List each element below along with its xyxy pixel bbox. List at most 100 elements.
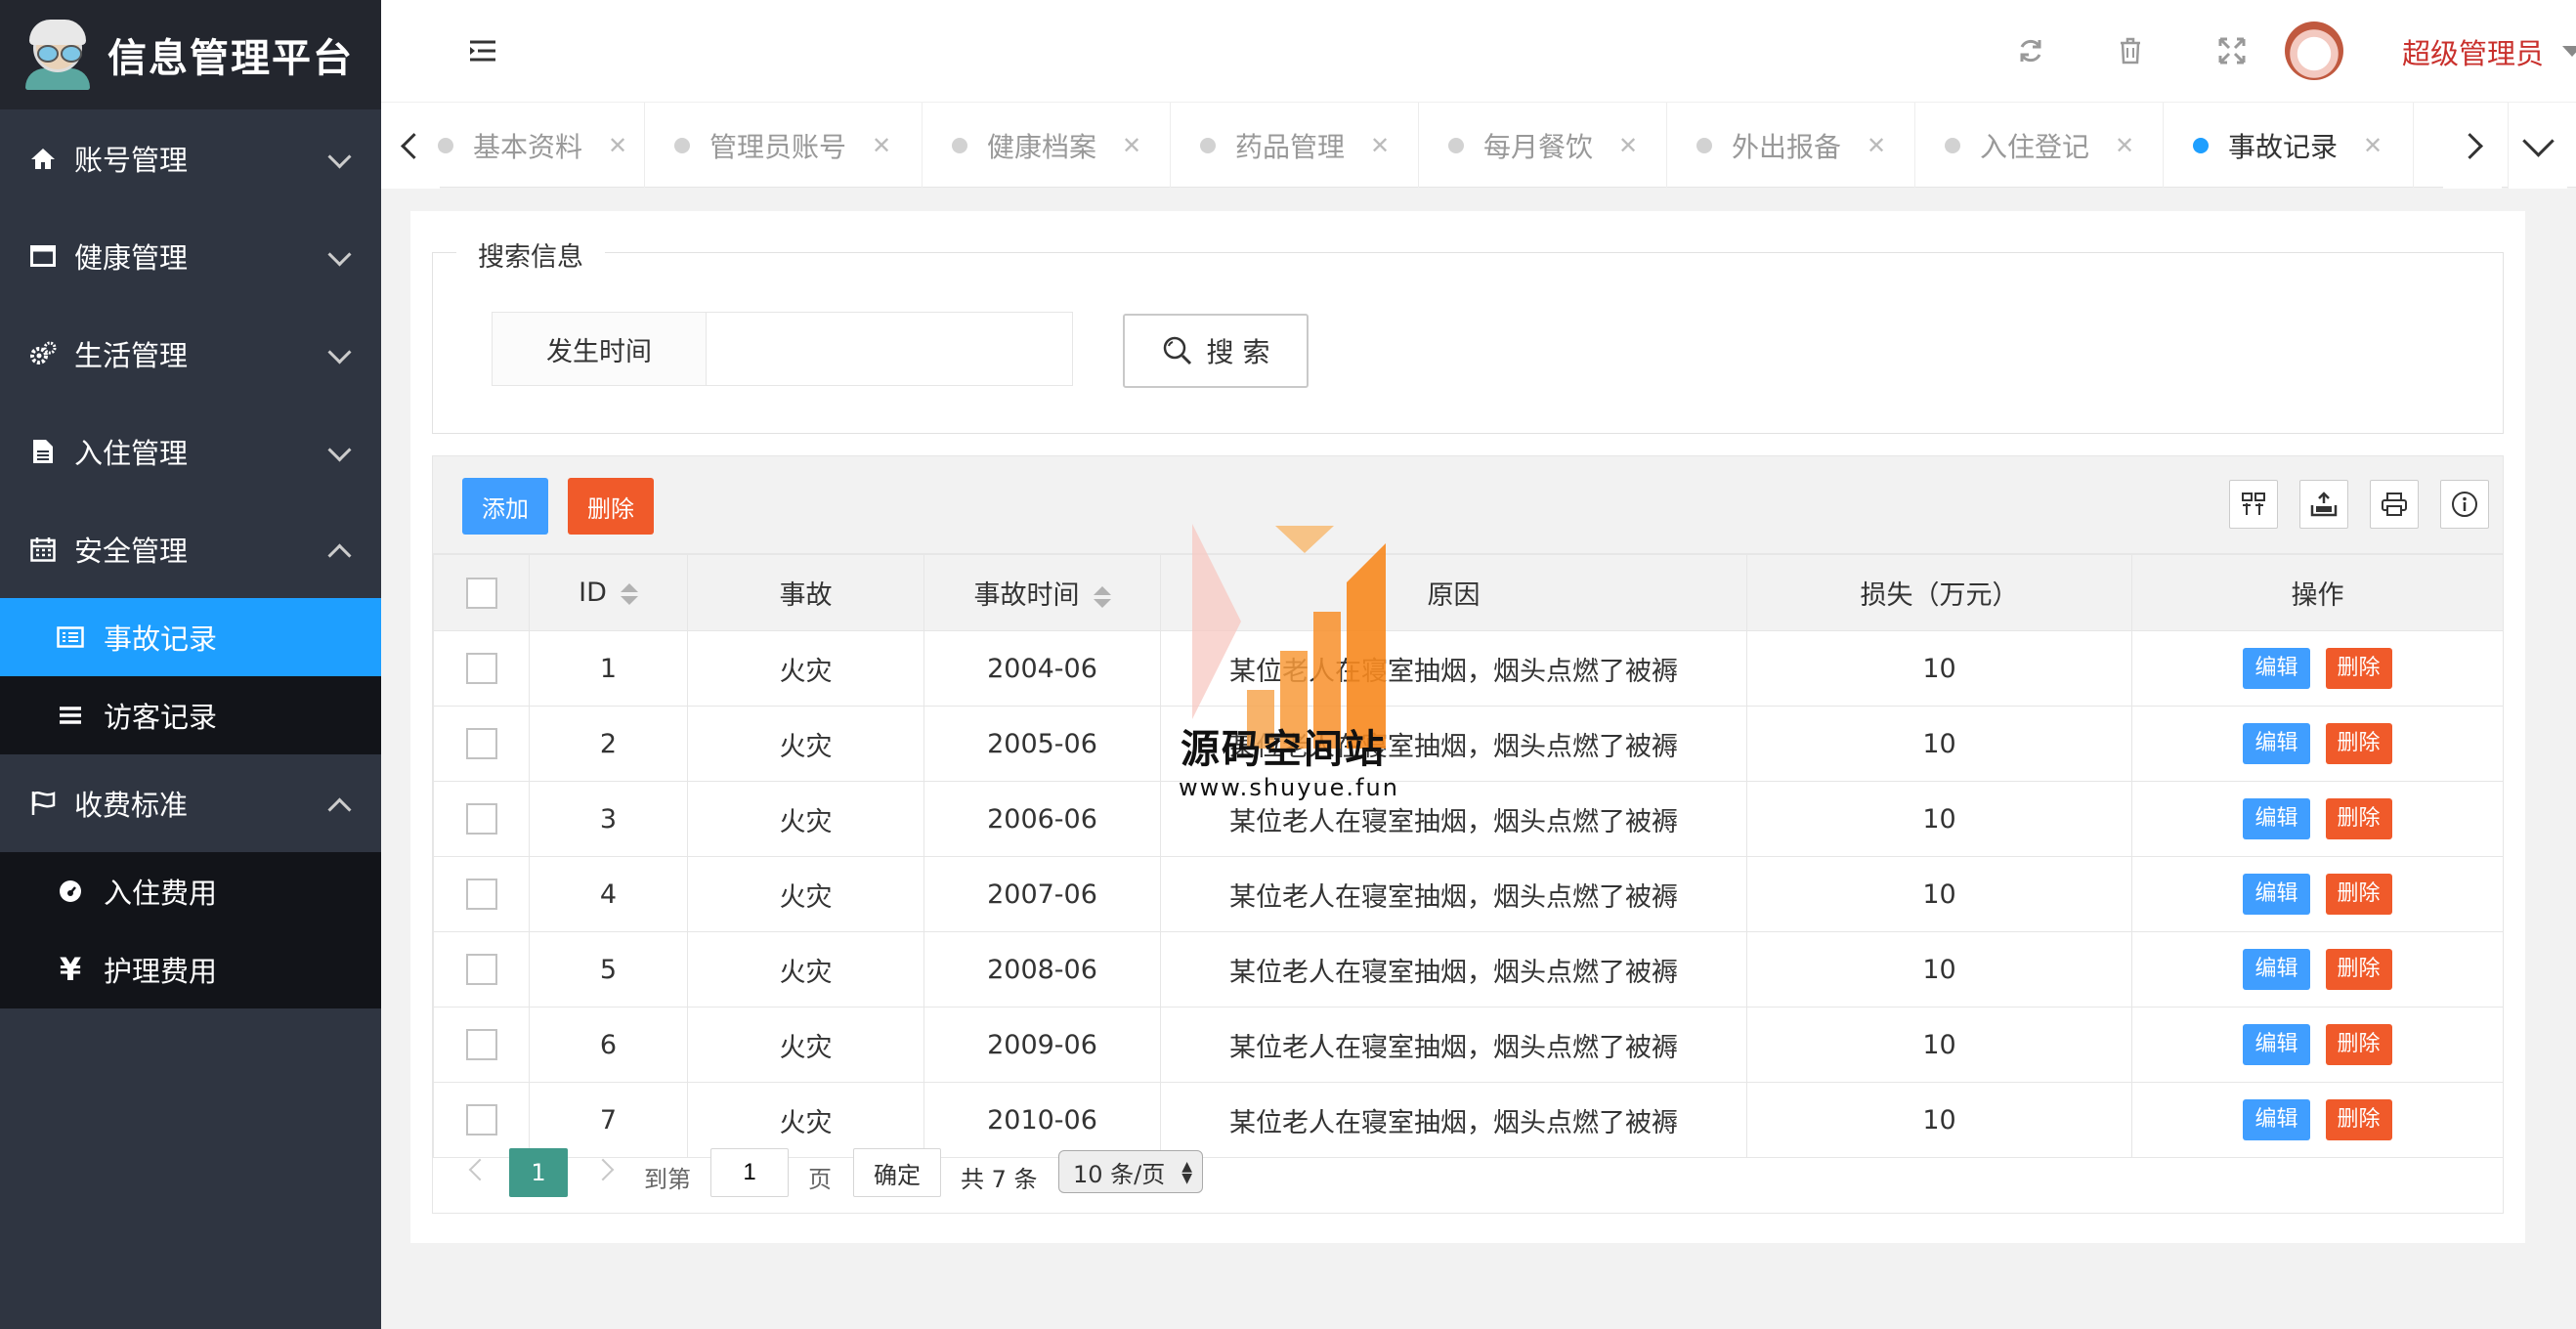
row-checkbox[interactable] — [465, 1029, 497, 1061]
sidebar-item-checkin-fee[interactable]: 入住费用 — [0, 852, 381, 930]
menu-security[interactable]: 安全管理 — [0, 500, 381, 598]
goto-page-input[interactable] — [710, 1148, 789, 1197]
prev-page-icon[interactable] — [468, 1158, 492, 1181]
sort-icon[interactable] — [620, 582, 638, 605]
sort-icon[interactable] — [1093, 585, 1111, 608]
delete-button[interactable]: 删除 — [2325, 648, 2392, 689]
column-label: 操作 — [2291, 580, 2344, 611]
info-icon[interactable] — [2440, 480, 2489, 529]
row-checkbox[interactable] — [465, 879, 497, 911]
menu-checkin[interactable]: 入住管理 — [0, 403, 381, 500]
close-icon[interactable]: ✕ — [872, 132, 891, 159]
select-arrows-icon: ▲ ▼ — [1181, 1159, 1192, 1186]
tab-health-records[interactable]: 健康档案 ✕ — [923, 103, 1171, 188]
edit-button[interactable]: 编辑 — [2243, 1024, 2310, 1065]
column-header-loss: 损失（万元） — [1746, 554, 2132, 631]
close-icon[interactable]: ✕ — [1618, 132, 1638, 159]
trash-icon[interactable] — [2113, 33, 2148, 68]
tab-dropdown-button[interactable] — [2508, 103, 2567, 189]
row-checkbox[interactable] — [465, 954, 497, 986]
calendar-icon — [29, 536, 57, 563]
close-icon[interactable]: ✕ — [2363, 132, 2383, 159]
menu-life[interactable]: 生活管理 — [0, 305, 381, 403]
select-all-checkbox[interactable] — [465, 577, 497, 609]
print-icon[interactable] — [2370, 480, 2419, 529]
close-icon[interactable]: ✕ — [1867, 132, 1886, 159]
tab-outing-report[interactable]: 外出报备 ✕ — [1667, 103, 1915, 188]
cell-id: 3 — [529, 781, 688, 857]
tab-label: 管理员账号 — [709, 130, 847, 163]
app-title: 信息管理平台 — [107, 36, 354, 81]
delete-button[interactable]: 删除 — [2325, 1024, 2392, 1065]
delete-button[interactable]: 删除 — [2325, 874, 2392, 915]
table-row: 4 火灾 2007-06 某位老人在寝室抽烟，烟头点燃了被褥 10 编辑 删除 — [433, 856, 2504, 932]
menu-account[interactable]: 账号管理 — [0, 109, 381, 207]
tab-dot-icon — [438, 137, 453, 153]
page-size-select[interactable]: 10 条/页 ▲ ▼ — [1058, 1150, 1203, 1193]
sidebar-item-accident[interactable]: 事故记录 — [0, 598, 381, 676]
menu-fees[interactable]: 收费标准 — [0, 754, 381, 852]
row-checkbox[interactable] — [465, 653, 497, 685]
caret-down-icon[interactable] — [2562, 46, 2576, 57]
close-icon[interactable]: ✕ — [2115, 132, 2134, 159]
edit-button[interactable]: 编辑 — [2243, 798, 2310, 839]
sidebar: 信息管理平台 账号管理 健康管理 生活管理 入住管理 安全管理 事故记录 访客记… — [0, 0, 381, 1329]
close-icon[interactable]: ✕ — [608, 132, 627, 159]
column-header-time[interactable]: 事故时间 — [923, 554, 1161, 631]
column-header-id[interactable]: ID — [529, 554, 688, 631]
menu-toggle-icon[interactable] — [465, 33, 500, 68]
table-header-row: ID 事故 事故时间 原因 损失（万元） 操作 — [433, 554, 2504, 631]
tab-checkin-register[interactable]: 入住登记 ✕ — [1915, 103, 2164, 188]
page-1-button[interactable]: 1 — [509, 1148, 568, 1197]
tab-monthly-meals[interactable]: 每月餐饮 ✕ — [1419, 103, 1667, 188]
edit-button[interactable]: 编辑 — [2243, 723, 2310, 764]
user-name[interactable]: 超级管理员 — [2402, 31, 2544, 72]
cell-loss: 10 — [1746, 856, 2132, 932]
column-header-actions: 操作 — [2131, 554, 2504, 631]
cell-reason: 某位老人在寝室抽烟，烟头点燃了被褥 — [1160, 931, 1747, 1007]
chevron-down-icon — [2521, 124, 2555, 157]
goto-label: 到第 — [644, 1166, 691, 1193]
tab-next-button[interactable] — [2443, 103, 2502, 189]
table-row: 2 火灾 2005-06 某位老人在寝室抽烟，烟头点燃了被褥 10 编辑 删除 — [433, 706, 2504, 782]
cell-id: 1 — [529, 630, 688, 707]
sidebar-item-care-fee[interactable]: ¥ 护理费用 — [0, 930, 381, 1008]
add-button[interactable]: 添加 — [462, 478, 548, 535]
close-icon[interactable]: ✕ — [1370, 132, 1390, 159]
delete-button[interactable]: 删除 — [2325, 949, 2392, 990]
tab-dot-icon — [1200, 137, 1216, 153]
chevron-down-icon — [327, 340, 352, 364]
tab-accident-records[interactable]: 事故记录 ✕ — [2164, 103, 2414, 188]
chevron-right-icon — [2456, 132, 2483, 159]
tab-admin-account[interactable]: 管理员账号 ✕ — [645, 103, 923, 188]
close-icon[interactable]: ✕ — [1122, 132, 1141, 159]
search-button[interactable]: 搜 索 — [1123, 314, 1309, 388]
watermark-url: www.shuyue.fun — [1179, 774, 1399, 801]
submenu-security: 事故记录 访客记录 — [0, 598, 381, 754]
next-page-icon[interactable] — [591, 1158, 615, 1181]
cell-type: 火灾 — [687, 630, 924, 707]
delete-button[interactable]: 删除 — [2325, 723, 2392, 764]
export-icon[interactable] — [2299, 480, 2348, 529]
tab-medicine[interactable]: 药品管理 ✕ — [1171, 103, 1419, 188]
batch-delete-button[interactable]: 删除 — [568, 478, 654, 535]
edit-button[interactable]: 编辑 — [2243, 874, 2310, 915]
menu-label: 入住管理 — [74, 437, 189, 470]
tab-basic-info[interactable]: 基本资料 ✕ — [420, 103, 645, 188]
columns-filter-icon[interactable] — [2229, 480, 2278, 529]
fullscreen-icon[interactable] — [2214, 33, 2250, 68]
tab-bar: 基本资料 ✕ 管理员账号 ✕ 健康档案 ✕ 药品管理 ✕ 每月餐饮 ✕ 外出报备… — [381, 102, 2576, 189]
delete-button[interactable]: 删除 — [2325, 798, 2392, 839]
refresh-icon[interactable] — [2013, 33, 2048, 68]
row-checkbox[interactable] — [465, 803, 497, 836]
row-checkbox[interactable] — [465, 1104, 497, 1136]
edit-button[interactable]: 编辑 — [2243, 648, 2310, 689]
goto-confirm-button[interactable]: 确定 — [853, 1148, 941, 1197]
avatar[interactable] — [2285, 21, 2343, 80]
tab-label: 药品管理 — [1235, 130, 1346, 163]
edit-button[interactable]: 编辑 — [2243, 949, 2310, 990]
sidebar-item-visitor[interactable]: 访客记录 — [0, 676, 381, 754]
row-checkbox[interactable] — [465, 728, 497, 760]
date-input[interactable] — [706, 312, 1073, 386]
menu-health[interactable]: 健康管理 — [0, 207, 381, 305]
